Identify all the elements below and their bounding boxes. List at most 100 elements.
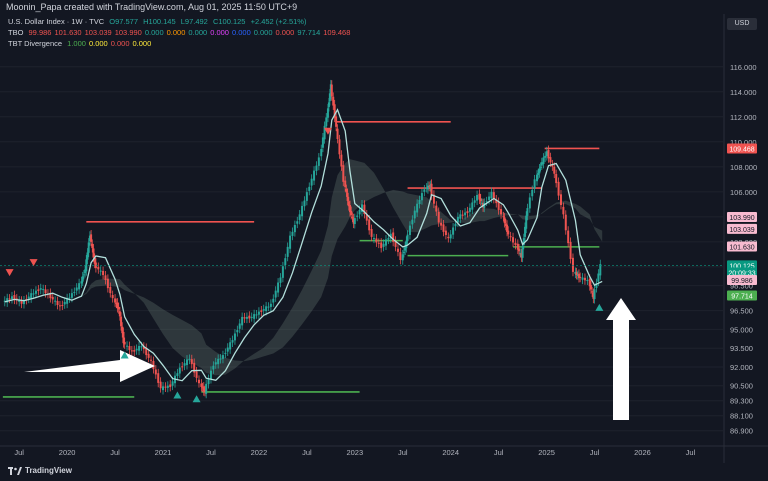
candle-body [461, 214, 464, 216]
candle-body [330, 84, 333, 97]
candle-body [274, 290, 277, 298]
candle-body [418, 199, 421, 205]
candle-body [377, 242, 380, 244]
candle-body [313, 170, 316, 181]
price-label: 109.468 [729, 146, 754, 153]
x-tick-label: Jul [686, 448, 696, 457]
candle-body [91, 243, 94, 249]
x-tick-label: Jul [206, 448, 216, 457]
candle-body [289, 235, 292, 249]
candle-body [260, 310, 263, 312]
candle-body [500, 209, 503, 215]
candle-body [538, 168, 541, 174]
candle-body [332, 96, 335, 106]
candle-body [73, 291, 76, 293]
candle-body [267, 306, 270, 308]
candle-body [63, 301, 66, 305]
candle-body [133, 350, 136, 352]
candle-body [188, 358, 191, 360]
candle-body [226, 347, 229, 352]
candle-body [375, 238, 378, 243]
candle-body [197, 379, 200, 384]
candle-body [140, 346, 143, 348]
x-tick-label: 2021 [155, 448, 172, 457]
candle-body [298, 214, 301, 220]
candle-body [61, 305, 64, 307]
candle-body [70, 293, 73, 298]
candle-body [411, 219, 414, 225]
candle-body [406, 234, 409, 241]
candle-body [542, 157, 545, 165]
candle-body [34, 290, 37, 294]
price-label: 99.986 [731, 278, 753, 285]
candle-body [205, 383, 208, 394]
candle-body [301, 205, 304, 217]
candle-body [269, 303, 272, 307]
price-chart[interactable]: 116.000114.000112.000110.000108.000106.0… [0, 0, 768, 481]
candle-body [325, 117, 328, 127]
candle-body [262, 309, 265, 311]
x-tick-label: 2026 [634, 448, 651, 457]
buy-signal-icon [595, 303, 604, 311]
candle-body [97, 266, 100, 270]
candle-body [243, 317, 246, 319]
candle-body [305, 192, 308, 201]
y-tick-label: 90.500 [730, 382, 753, 391]
candle-body [408, 225, 411, 235]
y-tick-label: 89.300 [730, 397, 753, 406]
candle-body [581, 277, 584, 280]
candle-body [178, 367, 181, 374]
candle-body [154, 369, 157, 375]
candle-body [528, 197, 531, 209]
candle-body [454, 223, 457, 227]
candle-body [78, 283, 81, 290]
candle-body [338, 139, 341, 155]
candle-body [248, 315, 251, 319]
candle-body [279, 277, 282, 283]
candle-body [111, 295, 114, 299]
candle-body [589, 285, 592, 290]
candle-body [449, 234, 452, 239]
candle-body [562, 206, 565, 215]
candle-body [92, 248, 95, 258]
candle-body [265, 306, 268, 311]
x-tick-label: Jul [590, 448, 600, 457]
candle-body [396, 248, 399, 252]
candle-body [514, 242, 517, 245]
price-label: 103.039 [729, 227, 754, 234]
candle-body [476, 194, 479, 201]
candle-body [447, 236, 450, 239]
candle-body [308, 186, 311, 191]
candle-body [320, 149, 323, 157]
candle-body [171, 381, 174, 386]
candle-body [345, 189, 348, 193]
candle-body [284, 258, 287, 266]
candle-body [539, 166, 542, 168]
candle-body [241, 316, 244, 326]
candle-body [214, 362, 217, 365]
candle-body [68, 297, 71, 299]
candle-body [315, 165, 318, 171]
tradingview-logo-icon [8, 466, 22, 475]
y-tick-label: 96.500 [730, 307, 753, 316]
candle-body [82, 274, 85, 276]
candle-body [569, 241, 572, 260]
candle-body [30, 293, 33, 299]
candle-body [579, 276, 582, 278]
candle-body [399, 252, 402, 261]
candle-body [212, 365, 215, 370]
candle-body [490, 191, 493, 199]
candle-body [114, 298, 117, 303]
x-tick-label: Jul [110, 448, 120, 457]
candle-body [497, 201, 500, 211]
candle-body [42, 289, 45, 291]
x-tick-label: 2023 [346, 448, 363, 457]
candle-body [39, 288, 42, 290]
y-tick-label: 86.900 [730, 427, 753, 436]
y-tick-label: 95.000 [730, 325, 753, 334]
candle-body [80, 281, 83, 284]
candle-body [380, 242, 383, 249]
candle-body [344, 180, 347, 188]
candle-body [99, 270, 102, 272]
candle-body [310, 178, 313, 186]
